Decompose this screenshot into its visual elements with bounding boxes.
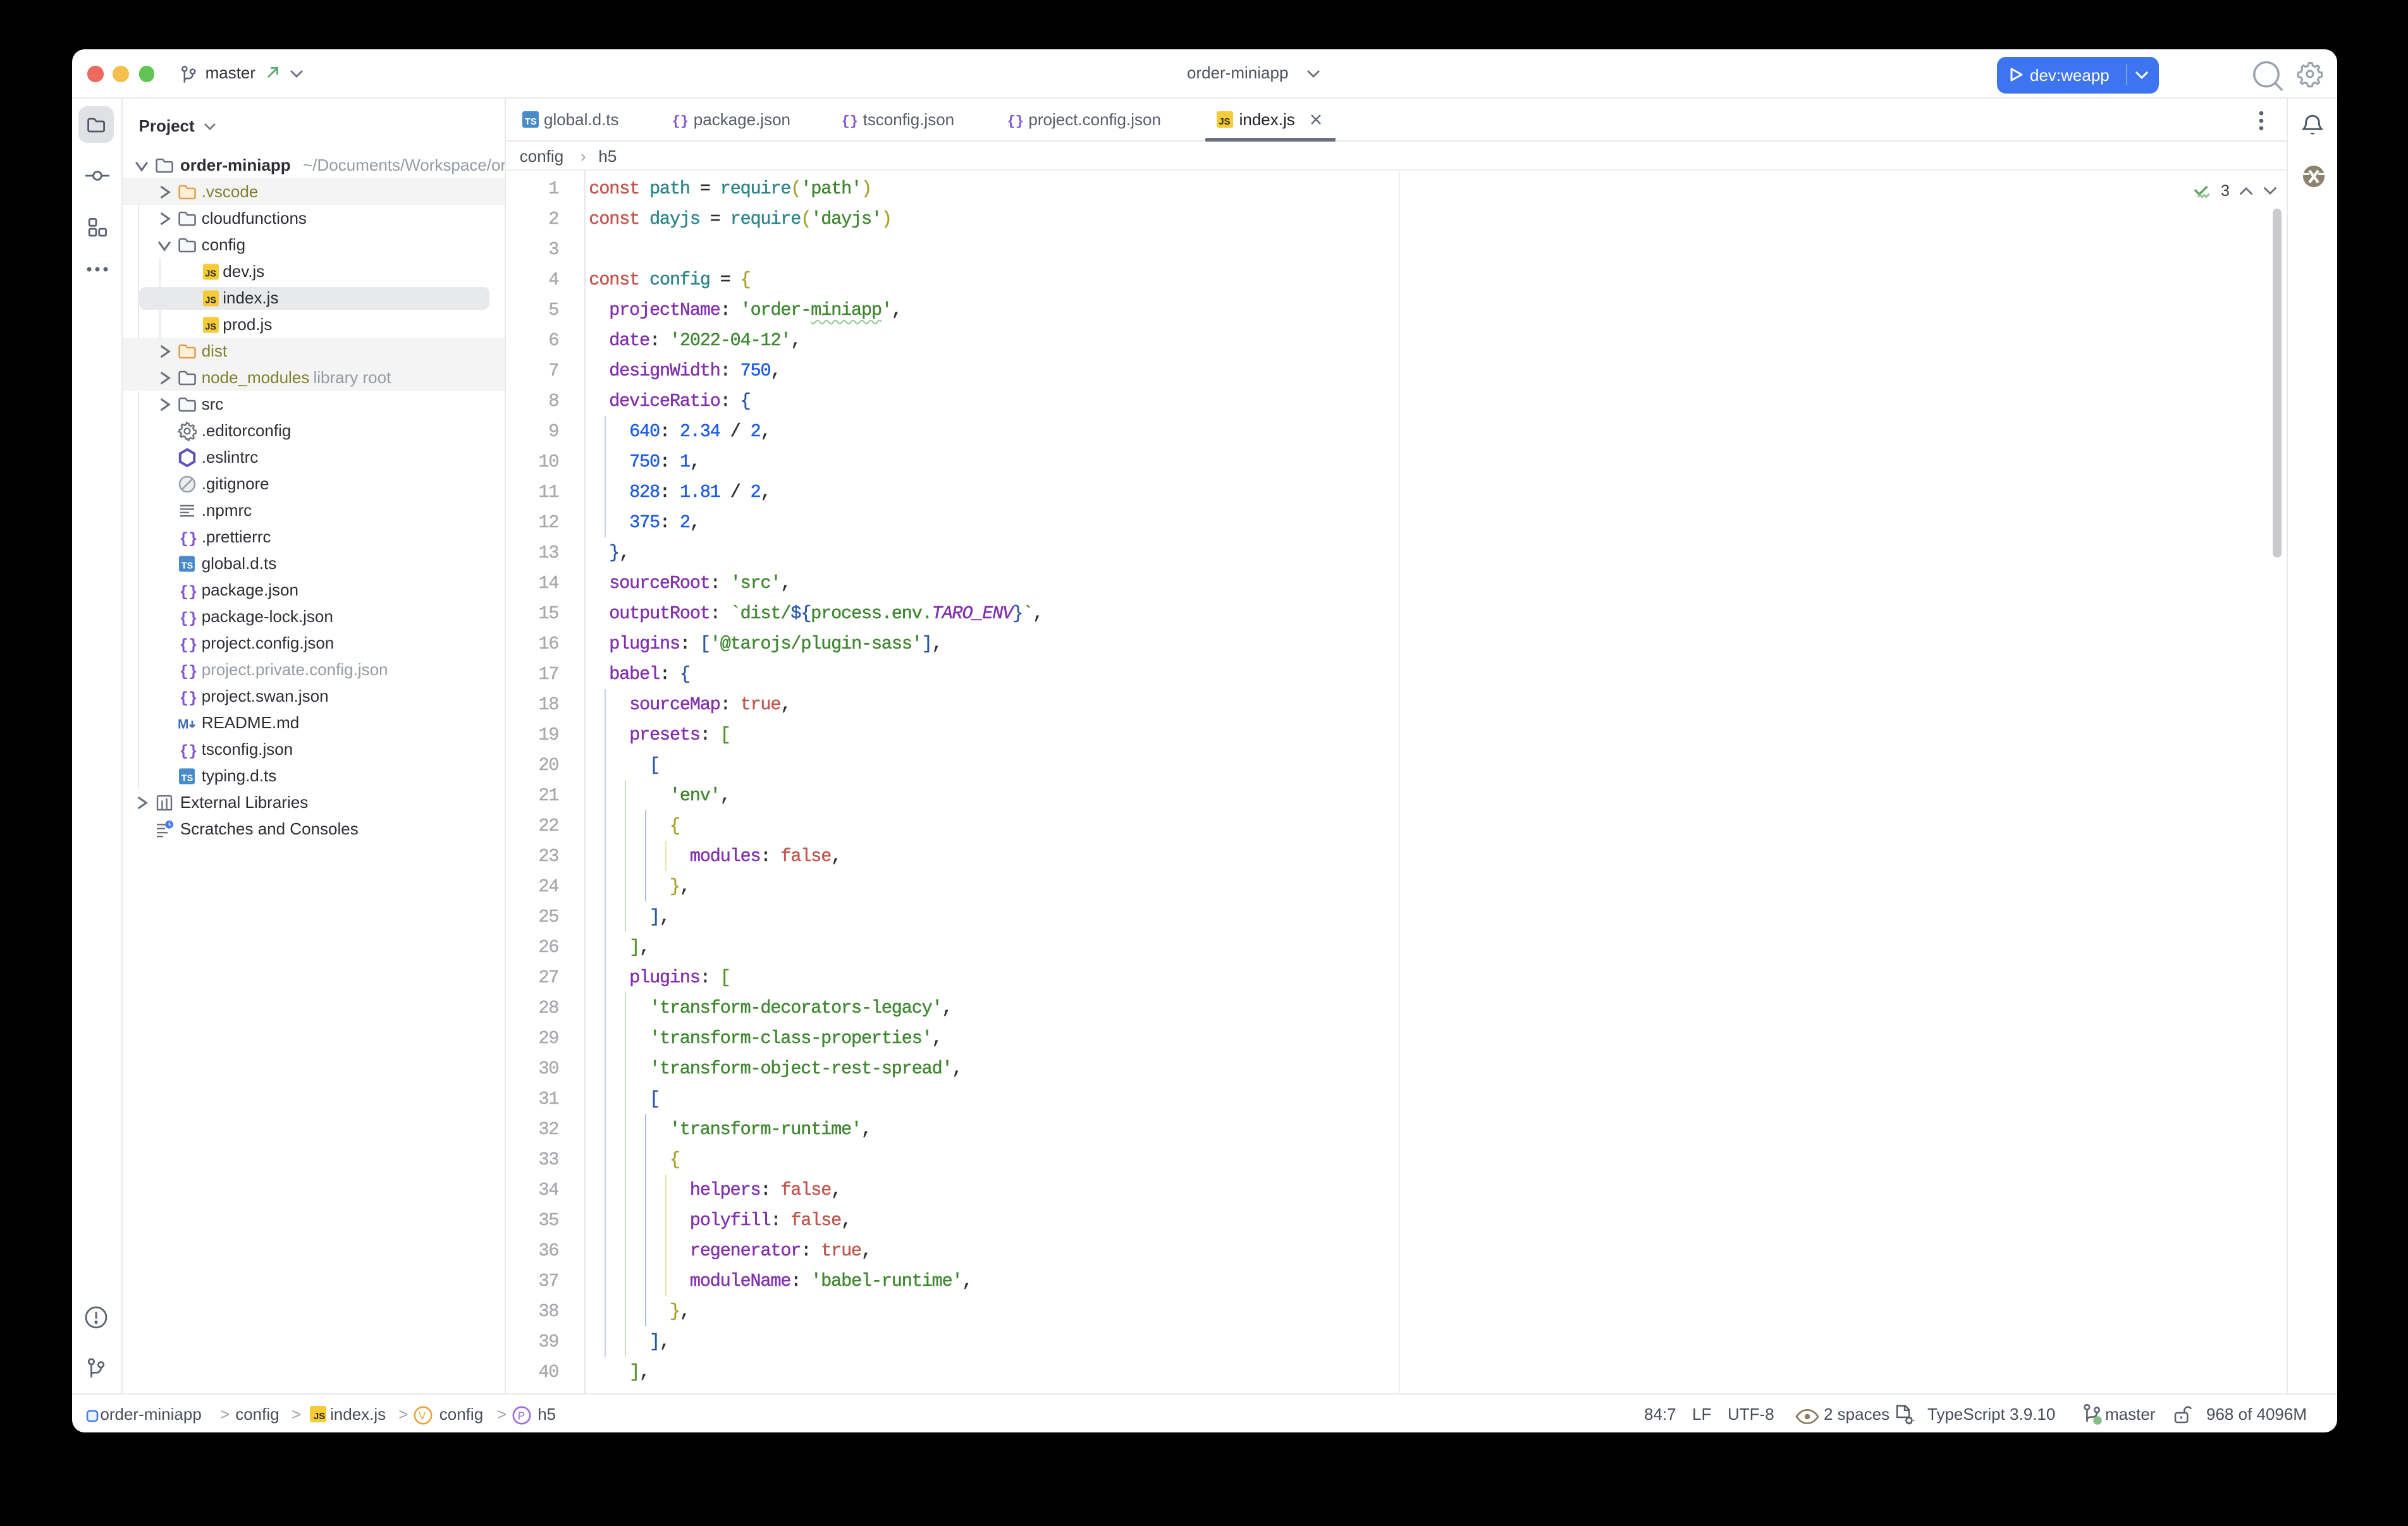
svg-text:{}: {} xyxy=(841,114,857,128)
svg-text:{}: {} xyxy=(179,637,197,654)
svg-text:{}: {} xyxy=(179,743,197,760)
svg-text:JS: JS xyxy=(206,322,217,332)
svg-text:{}: {} xyxy=(179,611,197,627)
svg-text:{}: {} xyxy=(179,664,197,680)
svg-text:{}: {} xyxy=(672,114,687,128)
svg-text:{}: {} xyxy=(1007,114,1023,128)
svg-text:JS: JS xyxy=(1219,117,1231,127)
svg-text:JS: JS xyxy=(206,269,217,279)
svg-text:P: P xyxy=(518,1409,525,1422)
svg-text:TS: TS xyxy=(181,561,193,571)
svg-text:{}: {} xyxy=(179,531,197,547)
svg-text:TS: TS xyxy=(181,773,193,783)
svg-text:TS: TS xyxy=(524,117,536,127)
svg-text:{}: {} xyxy=(179,690,197,707)
svg-text:{}: {} xyxy=(179,584,197,601)
svg-text:M: M xyxy=(178,717,189,731)
svg-text:JS: JS xyxy=(206,295,217,305)
svg-text:JS: JS xyxy=(314,1412,325,1422)
svg-text:V: V xyxy=(419,1409,426,1422)
